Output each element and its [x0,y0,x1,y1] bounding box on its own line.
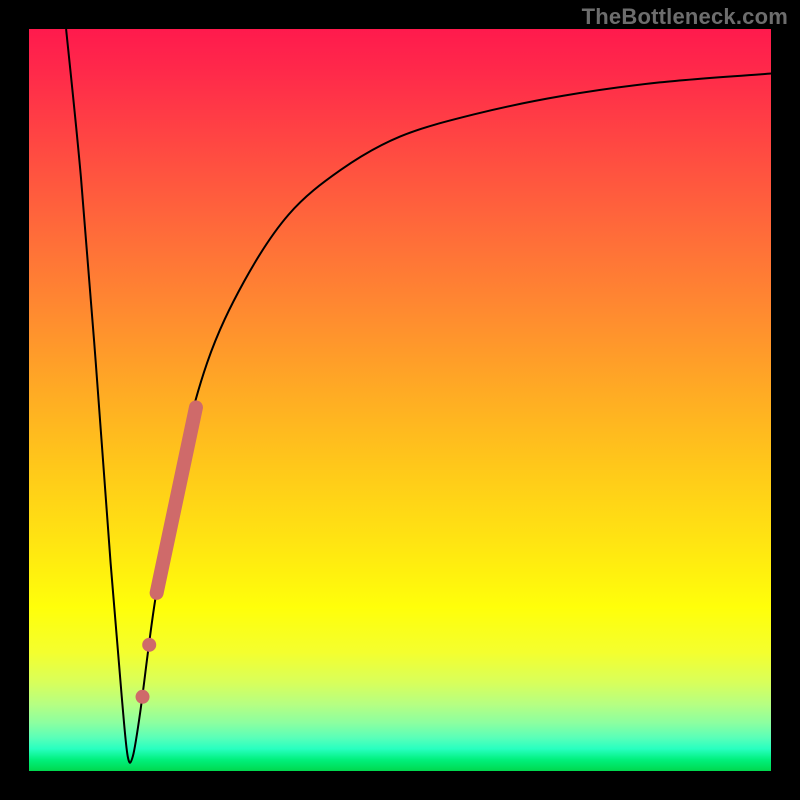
highlight-segment [157,407,196,592]
chart-plot-area [29,29,771,771]
chart-frame: TheBottleneck.com [0,0,800,800]
highlight-dot-lower [136,690,150,704]
highlight-dot-upper [142,638,156,652]
bottleneck-curve [66,29,771,763]
chart-svg [29,29,771,771]
watermark-text: TheBottleneck.com [582,4,788,30]
chart-markers [136,407,196,703]
